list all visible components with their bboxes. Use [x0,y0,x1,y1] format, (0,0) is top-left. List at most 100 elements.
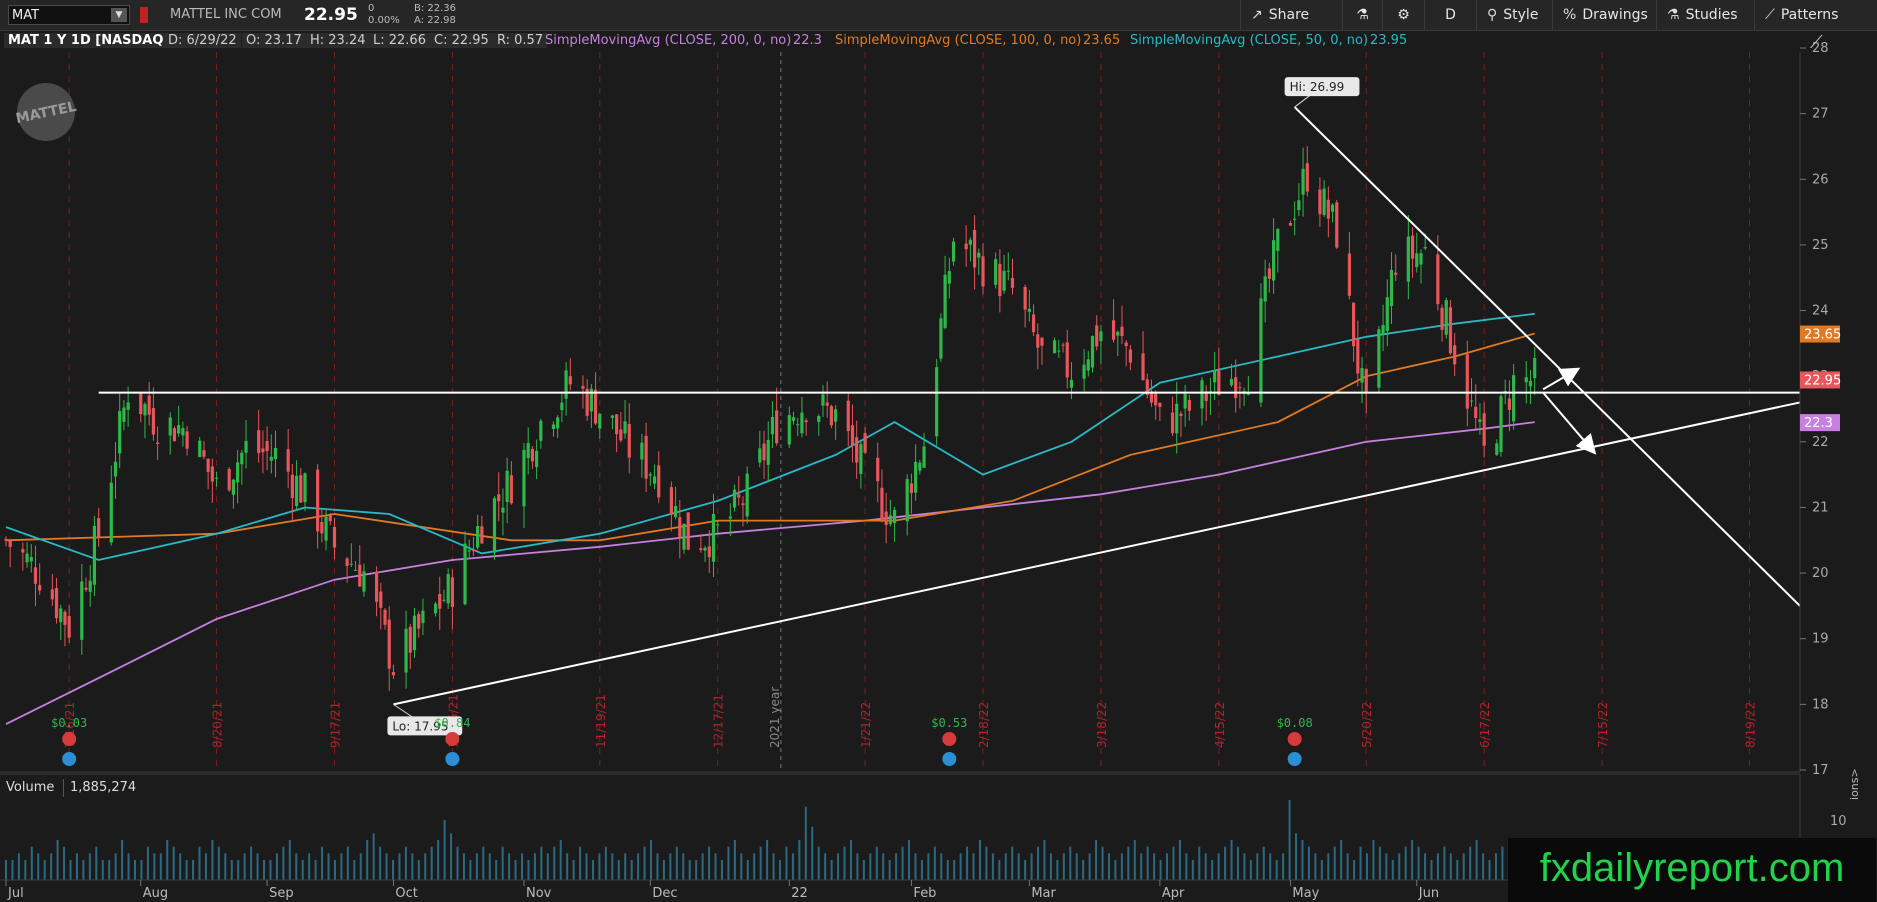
volume-bar [940,853,943,880]
event-date-label: 8/20/21 [211,702,225,748]
volume-bar [856,853,859,880]
volume-bar [1314,853,1317,880]
candle-body [1053,340,1057,354]
volume-bar [282,846,285,880]
event-date-label: 9/17/21 [328,702,342,748]
volume-bar [1424,853,1427,880]
volume-bar [1359,846,1362,880]
candle-body [467,550,471,552]
draw-tool-icon: ⟋ [1810,32,1823,53]
candle-body [480,526,484,544]
volume-bar [546,853,549,880]
candle-body [84,587,88,590]
candle-body [1507,398,1512,410]
volume-bar [695,860,698,880]
candle-body [1187,399,1191,411]
candle-body [1200,380,1204,409]
price-badge-label: 22.95 [1804,373,1841,388]
volume-bar [927,853,930,880]
time-axis-label: Mar [1031,886,1056,901]
candle-body [476,525,480,548]
price-tick-label: 18 [1812,697,1829,712]
event-date-label: 2/18/22 [977,702,991,748]
price-tick-label: 21 [1812,500,1829,515]
volume-bar [275,853,278,880]
candle-body [800,412,804,434]
candle-body [471,549,476,552]
volume-bar [1430,860,1433,880]
volume-bar [888,860,891,880]
volume-bar [108,860,111,880]
candle-body [922,446,926,468]
time-axis-label: Feb [913,886,936,901]
candle-body [4,538,8,541]
volume-value: 1,885,274 [70,780,137,795]
volume-bar [398,853,401,880]
volume-bar [1043,840,1046,880]
volume-bar [372,833,375,880]
candle-body [791,417,796,421]
volume-bar [63,846,66,880]
candle-body [947,271,951,284]
candle-body [50,589,54,600]
candle-body [265,440,269,451]
candle-body [1141,353,1145,381]
volume-bar [1307,846,1310,880]
volume-bar [192,860,195,880]
candle-body [892,509,897,524]
volume-bar [985,846,988,880]
candle [1444,297,1448,339]
price-chart[interactable]: 7/16/218/20/219/17/2110/15/2111/19/2112/… [0,0,1877,775]
candle-body [560,402,564,411]
volume-bar [450,833,453,880]
volume-bar [495,860,498,880]
volume-bar [75,853,78,880]
volume-bar [366,840,369,880]
candle-body [686,512,690,550]
volume-bar [933,846,936,880]
candle-body [1356,339,1360,374]
volume-bar [1217,853,1220,880]
candle-body [905,479,909,522]
candle-body [1385,297,1389,332]
candle-body [320,521,324,534]
candle-body [1330,204,1335,212]
candle-body [88,580,92,592]
volume-bar [295,853,298,880]
candle-body [286,449,290,472]
time-axis-label: Jun [1418,886,1439,901]
candle-body [1175,403,1179,434]
candle-body [1415,253,1419,268]
volume-bar [972,853,975,880]
volume-bar [843,846,846,880]
candle [1448,300,1453,355]
candle-body [627,423,631,458]
candle [92,515,97,597]
candle-body [741,503,745,506]
candle [227,467,231,492]
candle-body [1065,342,1069,378]
volume-bar [263,860,266,880]
candle-body [1465,354,1469,409]
volume-bar [1288,800,1291,880]
candle-body [1128,349,1133,363]
candle-body [644,435,648,479]
candle-body [1213,370,1217,383]
volume-bar [1411,840,1414,880]
candle [446,568,450,609]
volume-bar [1101,846,1104,880]
volume-bar [1494,853,1497,880]
candle-body [1436,254,1440,305]
volume-bar [720,860,723,880]
candle-body [328,515,332,522]
candle-body [909,483,914,494]
candle-body [126,402,130,410]
candle-body [1124,342,1128,347]
candle-body [1183,393,1187,409]
candle-body [80,581,84,640]
event-date-label: 4/15/22 [1213,702,1227,748]
volume-bar [269,860,272,880]
candle-body [1512,375,1516,422]
volume-bar [1301,840,1304,880]
time-axis-label: Jul [7,886,24,901]
